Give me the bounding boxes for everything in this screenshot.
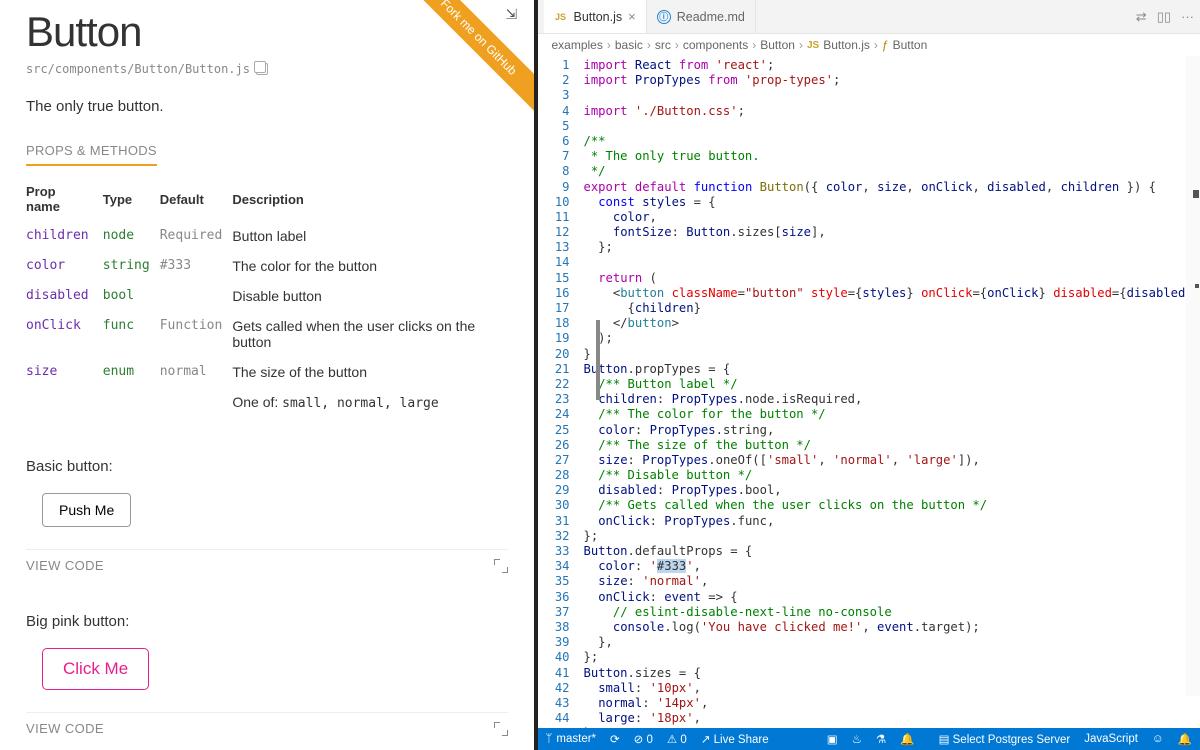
source-path-text: src/components/Button/Button.js — [26, 62, 250, 76]
prop-enum-values: One of: small, normal, large — [232, 387, 507, 418]
status-icon[interactable]: ⚗ — [876, 732, 886, 746]
symbol-icon: ƒ — [882, 38, 889, 52]
split-editor-icon[interactable]: ▯▯ — [1157, 9, 1171, 25]
liveshare-item[interactable]: ↗ Live Share — [701, 732, 769, 746]
props-section-title[interactable]: PROPS & METHODS — [26, 143, 157, 166]
file-icon: JS — [554, 10, 568, 24]
prop-type: enum — [103, 357, 160, 387]
prop-desc: Button label — [232, 221, 507, 252]
example-basic-label: Basic button: — [26, 458, 508, 475]
breadcrumb-item[interactable]: Button — [760, 38, 795, 52]
editor-pane: JS Button.js × ⓘ Readme.md ⇄ ▯▯ ··· examples… — [534, 0, 1200, 750]
collapse-icon[interactable]: ⇲ — [506, 6, 522, 22]
col-prop-name: Prop name — [26, 178, 103, 221]
file-icon: JS — [807, 40, 819, 51]
prop-type: string — [103, 251, 160, 281]
col-type: Type — [103, 178, 160, 221]
status-bar: ᛘ master* ⟳ ⊘ 0 ⚠ 0 ↗ Live Share ▣ ♨ ⚗ 🔔 ▤ … — [538, 728, 1200, 750]
prop-name: color — [26, 251, 103, 281]
source-path: src/components/Button/Button.js — [26, 62, 508, 76]
fullscreen-icon[interactable] — [494, 722, 508, 736]
prop-desc: Gets called when the user clicks on the … — [232, 311, 507, 357]
table-row: onClick func Function Gets called when t… — [26, 311, 508, 357]
prop-name: disabled — [26, 281, 103, 311]
breadcrumb-item[interactable]: components — [683, 38, 748, 52]
code-content[interactable]: import React from 'react';import PropTyp… — [578, 56, 1200, 728]
fullscreen-icon[interactable] — [494, 559, 508, 573]
breadcrumb-item[interactable]: examples — [552, 38, 603, 52]
table-row: children node Required Button label — [26, 221, 508, 252]
click-me-button[interactable]: Click Me — [42, 648, 149, 690]
breadcrumb-item[interactable]: Button — [893, 38, 928, 52]
status-icon[interactable]: 🔔 — [900, 732, 914, 746]
breadcrumb-item[interactable]: basic — [615, 38, 643, 52]
col-default: Default — [160, 178, 233, 221]
close-icon[interactable]: × — [628, 9, 636, 24]
view-code-toggle[interactable]: VIEW CODE — [26, 558, 104, 573]
split-handle[interactable] — [596, 320, 600, 400]
col-description: Description — [232, 178, 507, 221]
prop-desc: Disable button — [232, 281, 507, 311]
page-title: Button — [26, 8, 508, 56]
styleguide-pane: ⇲ Fork me on GitHub Button src/component… — [0, 0, 534, 750]
breadcrumb-item[interactable]: Button.js — [823, 38, 870, 52]
prop-default: normal — [160, 357, 233, 387]
tab-label: Button.js — [574, 10, 623, 24]
language-mode[interactable]: JavaScript — [1084, 733, 1138, 745]
prop-name: onClick — [26, 311, 103, 357]
example-pink-label: Big pink button: — [26, 613, 508, 630]
bell-icon[interactable]: 🔔 — [1178, 732, 1192, 746]
prop-default: #333 — [160, 251, 233, 281]
prop-desc: The size of the button — [232, 357, 507, 387]
table-row: disabled bool Disable button — [26, 281, 508, 311]
table-row: color string #333 The color for the butt… — [26, 251, 508, 281]
status-icon[interactable]: ♨ — [852, 732, 862, 746]
table-row: One of: small, normal, large — [26, 387, 508, 418]
component-description: The only true button. — [26, 98, 508, 115]
editor-tab[interactable]: ⓘ Readme.md — [647, 0, 756, 33]
more-icon[interactable]: ··· — [1181, 9, 1194, 24]
prop-desc: The color for the button — [232, 251, 507, 281]
view-code-toggle[interactable]: VIEW CODE — [26, 721, 104, 736]
compare-icon[interactable]: ⇄ — [1136, 9, 1147, 25]
line-gutter: 1234567891011121314151617181920212223242… — [538, 56, 578, 728]
breadcrumbs[interactable]: examples›basic›src›components›Button›JS … — [538, 34, 1200, 56]
table-row: size enum normal The size of the button — [26, 357, 508, 387]
warnings-item[interactable]: ⚠ 0 — [667, 732, 687, 746]
db-server-item[interactable]: ▤ Select Postgres Server — [939, 732, 1071, 746]
prop-type: node — [103, 221, 160, 252]
push-me-button[interactable]: Push Me — [42, 493, 131, 527]
feedback-icon[interactable]: ☺ — [1152, 733, 1164, 745]
sync-icon[interactable]: ⟳ — [610, 732, 620, 746]
minimap[interactable] — [1186, 56, 1200, 696]
prop-default: Function — [160, 311, 233, 357]
props-table: Prop name Type Default Description child… — [26, 178, 508, 418]
editor-tabs: JS Button.js × ⓘ Readme.md ⇄ ▯▯ ··· — [538, 0, 1200, 34]
file-icon: ⓘ — [657, 10, 671, 24]
prop-type: bool — [103, 281, 160, 311]
branch-item[interactable]: ᛘ master* — [546, 733, 597, 745]
tab-label: Readme.md — [677, 10, 745, 24]
prop-default: Required — [160, 221, 233, 252]
editor-tab[interactable]: JS Button.js × — [544, 0, 647, 33]
prop-name: children — [26, 221, 103, 252]
prop-type: func — [103, 311, 160, 357]
prop-default — [160, 281, 233, 311]
code-editor[interactable]: 1234567891011121314151617181920212223242… — [538, 56, 1200, 728]
breadcrumb-item[interactable]: src — [655, 38, 671, 52]
copy-icon[interactable] — [256, 63, 268, 75]
errors-item[interactable]: ⊘ 0 — [634, 732, 653, 746]
status-icon[interactable]: ▣ — [827, 732, 838, 746]
tab-actions: ⇄ ▯▯ ··· — [1136, 0, 1194, 33]
prop-name: size — [26, 357, 103, 387]
